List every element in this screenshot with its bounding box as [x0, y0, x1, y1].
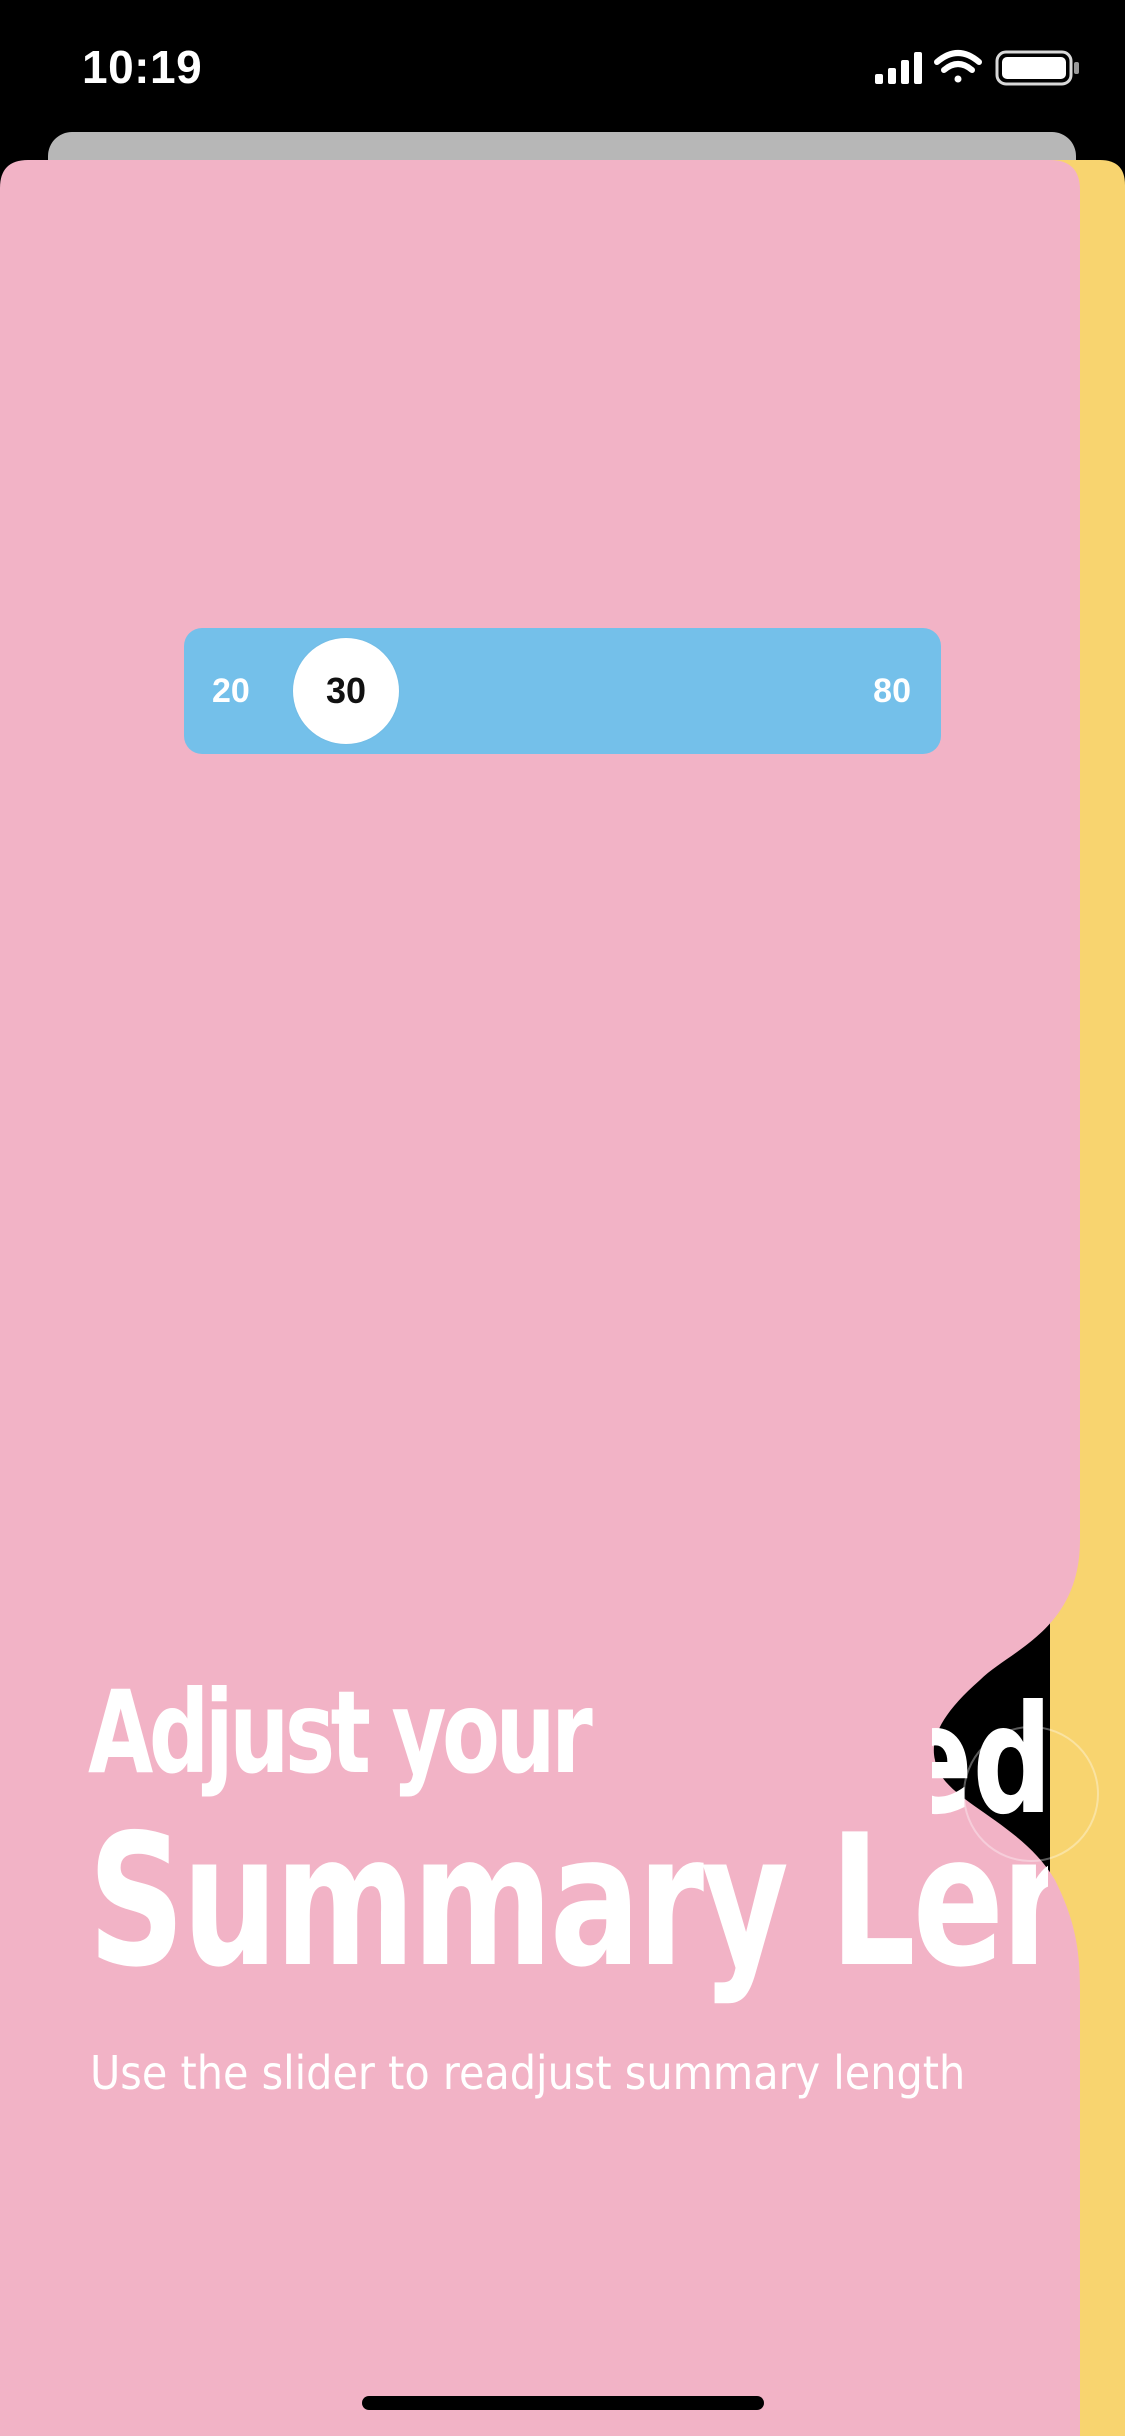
slider-max-label: 80 [873, 672, 911, 710]
page-title-line2: Summary Length [88, 1810, 1048, 2007]
battery-icon [995, 50, 1079, 86]
slider-value-label: 30 [325, 670, 367, 711]
status-time: 10:19 [82, 41, 203, 93]
slider-min-label: 20 [212, 672, 250, 710]
slider-thumb[interactable]: 30 [293, 638, 399, 744]
summary-length-slider[interactable]: 20 80 30 [184, 628, 941, 754]
next-page-button[interactable] [963, 1726, 1099, 1862]
page-title-line2-container: Summary Length [88, 1810, 1048, 2010]
page-subtitle: Use the slider to readjust summary lengt… [90, 2046, 966, 2100]
status-icons [875, 50, 1079, 86]
home-indicator[interactable] [362, 2396, 764, 2410]
wifi-icon [934, 50, 982, 83]
cellular-signal-icon [875, 52, 922, 84]
page-title-line1: Adjust your [88, 1666, 593, 1799]
status-bar: 10:19 [0, 0, 1125, 140]
